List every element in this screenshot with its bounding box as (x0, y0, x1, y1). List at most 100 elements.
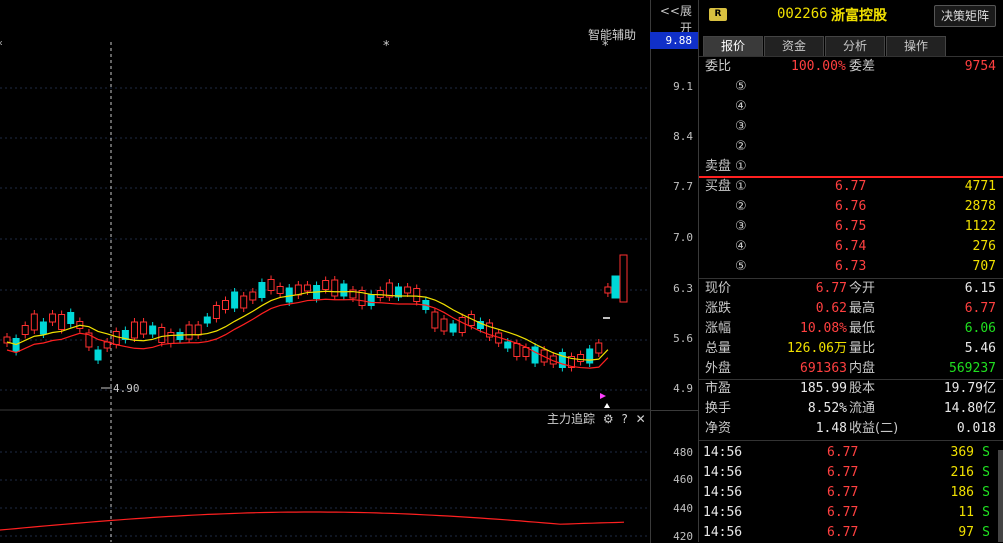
signal-up-icon (604, 403, 610, 408)
stat-label: 涨幅 (705, 321, 732, 336)
close-icon[interactable]: ✕ (636, 412, 646, 426)
low-annotation: 4.90 (113, 382, 140, 395)
buy-volume: 2878 (964, 199, 996, 214)
stat-row: 总量 126.06万 量比 5.46 (699, 339, 1003, 359)
tab-quote[interactable]: 报价 (703, 36, 763, 56)
stat-row: 涨跌 0.62 最高 6.77 (699, 299, 1003, 319)
tick-side: S (982, 465, 990, 480)
tick-volume: 11 (958, 505, 974, 520)
kline-chart[interactable]: 4.90 * * * (0, 0, 650, 542)
buy-price: 6.73 (835, 259, 867, 274)
price-tick: 5.6 (673, 332, 693, 345)
r-badge: R (709, 8, 727, 21)
quote-panel: R 002266 浙富控股 决策矩阵 报价 资金 分析 操作 委比 100.00… (698, 0, 1003, 542)
stat-row: 换手 8.52% 流通 14.80亿 (699, 399, 1003, 419)
expand-button[interactable]: <<展开 (650, 2, 698, 35)
tick-side: S (982, 505, 990, 520)
stat-value: 19.79亿 (943, 381, 996, 396)
help-icon[interactable]: ? (621, 412, 627, 426)
tick-side: S (982, 445, 990, 460)
tick-row: 14:56 6.77 369 S (699, 443, 1003, 463)
stat-label: 最高 (849, 301, 876, 316)
commission-diff-label: 委差 (849, 59, 876, 74)
tick-row: 14:56 6.77 216 S (699, 463, 1003, 483)
buy-level[interactable]: ② 6.76 2878 (699, 197, 1003, 217)
stat-label: 量比 (849, 341, 876, 356)
level-index: ④ (735, 99, 747, 114)
stat-value: 10.08% (800, 321, 847, 336)
buy-price: 6.76 (835, 199, 867, 214)
stat-row: 外盘 691363 内盘 569237 (699, 359, 1003, 379)
buy-volume: 1122 (964, 219, 996, 234)
tick-time: 14:56 (703, 525, 743, 540)
stat-row: 净资 1.48 收益(二) 0.018 (699, 419, 1003, 439)
price-tick: 8.4 (673, 130, 693, 143)
marker-asterisk: * (0, 39, 3, 54)
stat-label: 总量 (705, 341, 732, 356)
price-tick: 4.9 (673, 382, 693, 395)
sell-level: ④ (699, 97, 1003, 117)
level-index: ① (735, 179, 747, 194)
stat-value: 1.48 (815, 421, 847, 436)
stock-header: R 002266 浙富控股 决策矩阵 (699, 0, 1003, 30)
stat-row: 市盈 185.99 股本 19.79亿 (699, 379, 1003, 399)
tick-price: 6.77 (827, 465, 859, 480)
volume-tick: 480 (673, 446, 693, 459)
stat-label: 现价 (705, 281, 732, 296)
level-index: ③ (735, 119, 747, 134)
buy-price: 6.74 (835, 239, 867, 254)
commission-diff-value: 9754 (964, 59, 996, 74)
stock-name: 浙富控股 (831, 8, 887, 24)
buy-volume: 4771 (964, 179, 996, 194)
buy-level[interactable]: 买盘 ① 6.77 4771 (699, 177, 1003, 197)
stat-value: 6.77 (964, 301, 996, 316)
gear-icon[interactable]: ⚙ (603, 412, 614, 426)
kline-chart-area[interactable]: 4.90 * * * 智能辅助 主力追踪 ⚙ ? ✕ (0, 0, 650, 542)
price-tick: 9.1 (673, 80, 693, 93)
sell-label: 卖盘 (705, 159, 732, 174)
level-index: ① (735, 159, 747, 174)
signal-marker-icon (600, 393, 606, 399)
tick-volume: 97 (958, 525, 974, 540)
stat-label: 今开 (849, 281, 876, 296)
stat-value: 14.80亿 (943, 401, 996, 416)
tick-time: 14:56 (703, 485, 743, 500)
tab-analysis[interactable]: 分析 (825, 36, 885, 56)
tick-volume: 186 (950, 485, 974, 500)
chart-grid (0, 87, 650, 537)
panel-tabs: 报价 资金 分析 操作 (703, 36, 999, 56)
stat-value: 126.06万 (787, 341, 847, 356)
tab-funds[interactable]: 资金 (764, 36, 824, 56)
smart-assist-label[interactable]: 智能辅助 (588, 26, 636, 43)
stat-row: 现价 6.77 今开 6.15 (699, 279, 1003, 299)
buy-level[interactable]: ④ 6.74 276 (699, 237, 1003, 257)
tick-volume: 216 (950, 465, 974, 480)
stat-value: 185.99 (800, 381, 847, 396)
stat-row: 涨幅 10.08% 最低 6.06 (699, 319, 1003, 339)
sell-level: ⑤ (699, 77, 1003, 97)
main-track-line (0, 511, 625, 531)
tab-operation[interactable]: 操作 (886, 36, 946, 56)
stat-value: 0.018 (956, 421, 996, 436)
level-index: ③ (735, 219, 747, 234)
stat-value: 6.77 (815, 281, 847, 296)
decision-matrix-button[interactable]: 决策矩阵 (933, 5, 996, 27)
commission-ratio-label: 委比 (705, 59, 732, 74)
stat-label: 流通 (849, 401, 876, 416)
buy-volume: 276 (972, 239, 996, 254)
buy-level[interactable]: ⑤ 6.73 707 (699, 257, 1003, 277)
commission-row: 委比 100.00% 委差 9754 (699, 57, 1003, 77)
tick-side: S (982, 485, 990, 500)
stat-label: 涨跌 (705, 301, 732, 316)
price-tick: 7.0 (673, 231, 693, 244)
tick-scrollbar[interactable] (998, 450, 1003, 542)
buy-level[interactable]: ③ 6.75 1122 (699, 217, 1003, 237)
main-track-title[interactable]: 主力追踪 ⚙ ? ✕ (547, 410, 646, 427)
level-index: ④ (735, 239, 747, 254)
stat-value: 569237 (949, 361, 996, 376)
stat-label: 内盘 (849, 361, 876, 376)
price-axis: 9.1 8.4 7.7 7.0 6.3 5.6 4.9 (650, 0, 699, 410)
stat-value: 691363 (800, 361, 847, 376)
tick-row: 14:56 6.77 186 S (699, 483, 1003, 503)
level-index: ② (735, 199, 747, 214)
